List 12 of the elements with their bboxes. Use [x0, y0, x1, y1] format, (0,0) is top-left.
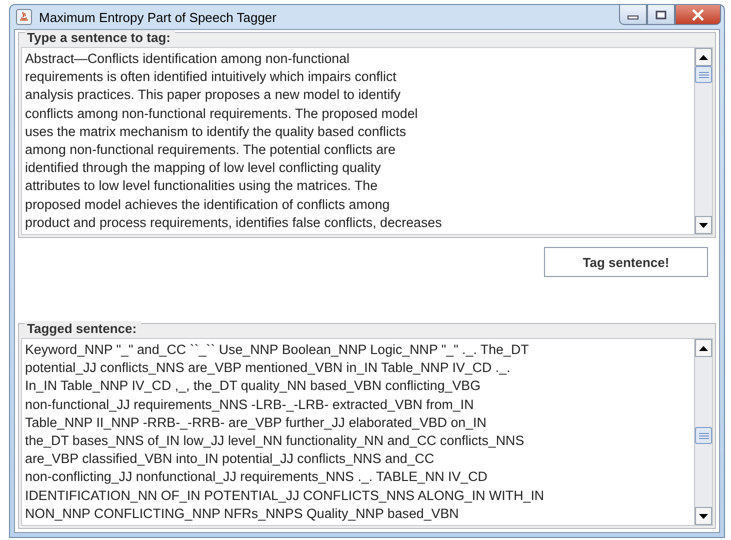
- maximize-icon: [655, 10, 667, 20]
- panel-title: Type a sentence to tag:: [25, 30, 175, 45]
- tag-sentence-button[interactable]: Tag sentence!: [544, 247, 708, 277]
- close-icon: [691, 8, 705, 20]
- scrollbar[interactable]: [694, 339, 712, 525]
- minimize-button[interactable]: [619, 5, 647, 25]
- close-button[interactable]: [675, 5, 721, 25]
- scroll-thumb[interactable]: [695, 427, 712, 444]
- panel-title: Tagged sentence:: [25, 321, 141, 336]
- window-title: Maximum Entropy Part of Speech Tagger: [39, 10, 278, 24]
- maximize-button[interactable]: [647, 5, 675, 25]
- app-icon: [16, 9, 32, 25]
